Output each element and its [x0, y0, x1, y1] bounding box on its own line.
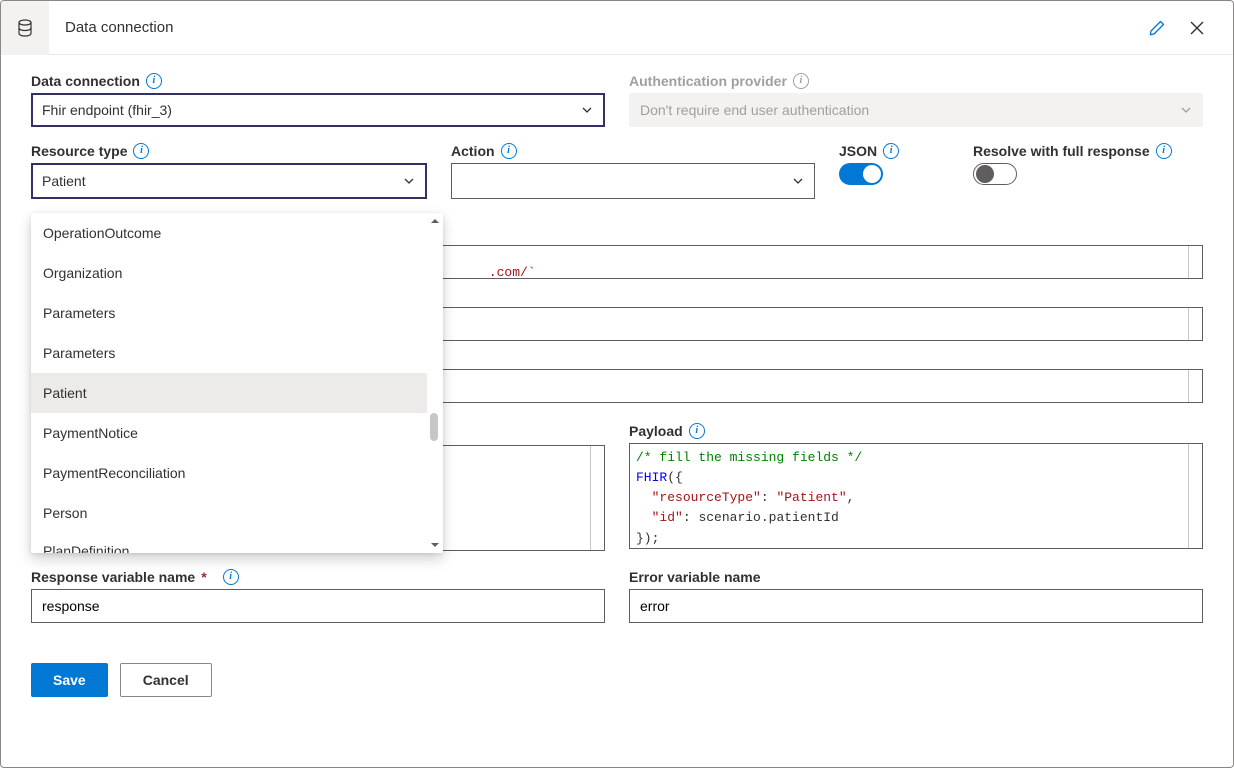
- data-connection-select[interactable]: Fhir endpoint (fhir_3): [31, 93, 605, 127]
- database-icon: [1, 1, 49, 55]
- payload-key-2: "id": [652, 510, 683, 525]
- error-var-label: Error variable name: [629, 569, 1203, 585]
- scrollbar-rail[interactable]: [1188, 370, 1202, 402]
- payload-fn: FHIR: [636, 470, 667, 485]
- json-toggle[interactable]: [839, 163, 883, 185]
- payload-code-box[interactable]: /* fill the missing fields */ FHIR({ "re…: [629, 443, 1203, 549]
- auth-provider-select: Don't require end user authentication: [629, 93, 1203, 127]
- scrollbar-rail[interactable]: [590, 446, 604, 550]
- dropdown-option[interactable]: Person: [31, 493, 427, 533]
- json-label: JSON i: [839, 143, 949, 159]
- close-button[interactable]: [1177, 8, 1217, 48]
- label-text: Response variable name: [31, 569, 195, 585]
- close-icon: [1189, 20, 1205, 36]
- url-fragment: .com/`: [489, 265, 536, 279]
- data-connection-label: Data connection i: [31, 73, 605, 89]
- chevron-down-icon: [792, 175, 804, 187]
- dropdown-option[interactable]: PaymentNotice: [31, 413, 427, 453]
- scrollbar-rail[interactable]: [1188, 444, 1202, 548]
- dropdown-option[interactable]: Parameters: [31, 333, 427, 373]
- payload-val-2: scenario.patientId: [698, 510, 838, 525]
- label-text: Authentication provider: [629, 73, 787, 89]
- scrollbar-thumb[interactable]: [430, 413, 438, 441]
- info-icon[interactable]: i: [501, 143, 517, 159]
- chevron-down-icon: [1180, 104, 1192, 116]
- dropdown-option[interactable]: PaymentReconciliation: [31, 453, 427, 493]
- payload-key-1: "resourceType": [652, 490, 761, 505]
- panel-header: Data connection: [1, 1, 1233, 55]
- scrollbar-rail[interactable]: [1188, 246, 1202, 278]
- required-asterisk: *: [201, 569, 206, 585]
- resource-type-label: Resource type i: [31, 143, 427, 159]
- payload-val-1: "Patient": [776, 490, 846, 505]
- dropdown-option[interactable]: Organization: [31, 253, 427, 293]
- resource-type-dropdown[interactable]: OperationOutcome Organization Parameters…: [31, 213, 443, 553]
- info-icon[interactable]: i: [133, 143, 149, 159]
- panel-title: Data connection: [65, 19, 1137, 36]
- label-text: Data connection: [31, 73, 140, 89]
- label-text: Resource type: [31, 143, 127, 159]
- resolve-full-toggle[interactable]: [973, 163, 1017, 185]
- data-connection-panel: Data connection Data connection i Fhir e…: [0, 0, 1234, 768]
- resolve-full-label: Resolve with full response i: [973, 143, 1203, 159]
- action-select[interactable]: [451, 163, 815, 199]
- label-text: Payload: [629, 423, 683, 439]
- response-var-label: Response variable name * i: [31, 569, 605, 585]
- scroll-down-arrow[interactable]: [427, 537, 443, 553]
- select-placeholder: Don't require end user authentication: [640, 102, 869, 118]
- info-icon[interactable]: i: [223, 569, 239, 585]
- scroll-up-arrow[interactable]: [427, 213, 443, 229]
- dropdown-option[interactable]: Parameters: [31, 293, 427, 333]
- payload-label: Payload i: [629, 423, 1203, 439]
- edit-button[interactable]: [1137, 8, 1177, 48]
- label-text: Resolve with full response: [973, 143, 1150, 159]
- action-label: Action i: [451, 143, 815, 159]
- dropdown-option-selected[interactable]: Patient: [31, 373, 427, 413]
- info-icon[interactable]: i: [689, 423, 705, 439]
- chevron-down-icon: [581, 104, 593, 116]
- error-var-input[interactable]: [629, 589, 1203, 623]
- chevron-down-icon: [403, 175, 415, 187]
- label-text: JSON: [839, 143, 877, 159]
- payload-comment: /* fill the missing fields */: [636, 450, 862, 465]
- select-value: Fhir endpoint (fhir_3): [42, 102, 172, 118]
- response-var-input[interactable]: [31, 589, 605, 623]
- dropdown-list: OperationOutcome Organization Parameters…: [31, 213, 427, 553]
- save-button[interactable]: Save: [31, 663, 108, 697]
- dropdown-option[interactable]: OperationOutcome: [31, 213, 427, 253]
- dropdown-option[interactable]: PlanDefinition: [31, 533, 427, 553]
- auth-provider-label: Authentication provider i: [629, 73, 1203, 89]
- label-text: Action: [451, 143, 495, 159]
- dropdown-scrollbar[interactable]: [427, 213, 443, 553]
- pencil-icon: [1148, 19, 1166, 37]
- resource-type-select[interactable]: Patient: [31, 163, 427, 199]
- info-icon[interactable]: i: [793, 73, 809, 89]
- label-text: Error variable name: [629, 569, 761, 585]
- info-icon[interactable]: i: [146, 73, 162, 89]
- scrollbar-rail[interactable]: [1188, 308, 1202, 340]
- info-icon[interactable]: i: [883, 143, 899, 159]
- select-value: Patient: [42, 173, 86, 189]
- cancel-button[interactable]: Cancel: [120, 663, 212, 697]
- info-icon[interactable]: i: [1156, 143, 1172, 159]
